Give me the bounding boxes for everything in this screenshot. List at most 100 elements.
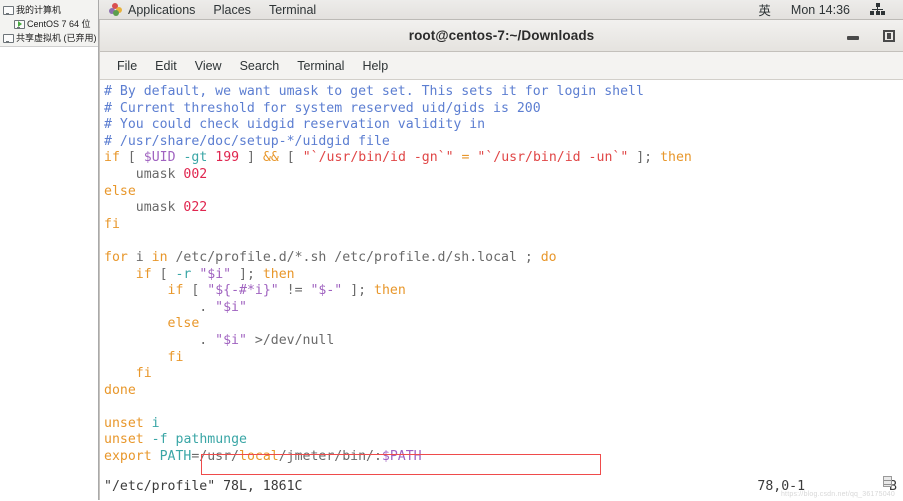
input-method-indicator[interactable]: 英 <box>748 0 781 20</box>
status-file-info: "/etc/profile" 78L, 1861C <box>104 478 303 494</box>
window-titlebar[interactable]: root@centos-7:~/Downloads <box>100 20 903 52</box>
menu-edit[interactable]: Edit <box>146 57 186 75</box>
code-token: # You could check uidgid reservation val… <box>104 117 486 133</box>
vm-running-icon <box>14 19 25 29</box>
panel-applications-menu[interactable]: Applications <box>105 0 204 20</box>
network-icon-wrap[interactable] <box>860 0 895 20</box>
code-token: [ <box>127 150 136 166</box>
code-token: 199 <box>215 150 240 166</box>
code-token: then <box>262 266 295 282</box>
code-line: # /usr/share/doc/setup-*/uidgid file <box>102 134 903 151</box>
code-line: for i in /etc/profile.d/*.sh /etc/profil… <box>102 250 903 267</box>
code-line: if [ $UID -gt 199 ] && [ "`/usr/bin/id -… <box>102 150 903 167</box>
gnome-top-panel: Applications Places Terminal 英 Mon 14:36 <box>99 0 903 20</box>
code-line: if [ "${-#*i}" != "$-" ]; then <box>102 283 903 300</box>
terminal-window: root@centos-7:~/Downloads File Edit View… <box>99 20 903 501</box>
code-token: unset <box>104 432 144 448</box>
code-line: fi <box>102 217 903 234</box>
maximize-button[interactable] <box>881 28 897 44</box>
code-token: if <box>167 283 184 299</box>
code-token: i <box>127 249 152 265</box>
code-token: pathmunge <box>175 432 247 448</box>
code-token: in <box>151 249 168 265</box>
sidebar-item-my-computer[interactable]: 我的计算机 <box>2 3 98 17</box>
menu-help[interactable]: Help <box>353 57 397 75</box>
terminal-screen[interactable]: # By default, we want umask to get set. … <box>100 80 903 501</box>
code-token: # By default, we want umask to get set. … <box>104 84 644 99</box>
computer-icon <box>3 5 14 15</box>
code-line: umask 022 <box>102 200 903 217</box>
vmware-library-sidebar: 我的计算机 CentOS 7 64 位 共享虚拟机 (已弃用) <box>0 0 99 500</box>
code-line: if [ -r "$i" ]; then <box>102 267 903 284</box>
sidebar-item-label: CentOS 7 64 位 <box>27 19 91 29</box>
watermark-glyph-icon <box>883 476 892 487</box>
code-token: else <box>104 183 136 199</box>
menu-terminal[interactable]: Terminal <box>288 57 353 75</box>
code-token: export <box>104 449 152 465</box>
code-line: # Current threshold for system reserved … <box>102 101 903 118</box>
code-line: else <box>102 316 903 333</box>
code-line: # By default, we want umask to get set. … <box>102 84 903 101</box>
code-line: . "$i" <box>102 300 903 317</box>
code-line: fi <box>102 350 903 367</box>
code-token: fi <box>104 216 120 232</box>
code-line: else <box>102 184 903 201</box>
code-token: -r <box>175 266 192 282</box>
panel-places-menu[interactable]: Places <box>204 0 260 20</box>
code-token: umask <box>104 166 184 182</box>
code-token: "$-" <box>310 283 343 299</box>
code-token: ]; <box>231 266 263 282</box>
code-token: [ <box>286 150 295 166</box>
code-token: 002 <box>183 166 208 182</box>
menu-search[interactable]: Search <box>231 57 289 75</box>
code-token: $UID <box>143 150 176 166</box>
code-token: umask <box>104 200 184 216</box>
sidebar-item-label: 我的计算机 <box>16 5 62 15</box>
clock[interactable]: Mon 14:36 <box>781 0 860 20</box>
menu-file[interactable]: File <box>108 57 146 75</box>
sidebar-item-centos7[interactable]: CentOS 7 64 位 <box>2 17 98 31</box>
minimize-button[interactable] <box>845 28 861 44</box>
code-token: $PATH <box>381 449 422 465</box>
sidebar-item-shared-vms[interactable]: 共享虚拟机 (已弃用) <box>2 31 98 45</box>
code-token: -f <box>151 432 168 448</box>
code-token: i <box>151 415 160 431</box>
code-token: . <box>104 299 216 315</box>
code-line: umask 002 <box>102 167 903 184</box>
vim-buffer: # By default, we want umask to get set. … <box>102 84 903 466</box>
code-line: fi <box>102 366 903 383</box>
code-token: [ <box>151 266 176 282</box>
code-token: # /usr/share/doc/setup-*/uidgid file <box>104 133 390 149</box>
panel-terminal-menu[interactable]: Terminal <box>260 0 325 20</box>
code-line: . "$i" >/dev/null <box>102 333 903 350</box>
code-token: then <box>660 150 692 166</box>
code-token: ] <box>247 150 255 166</box>
code-line: # You could check uidgid reservation val… <box>102 117 903 134</box>
sidebar-empty-area <box>0 46 98 500</box>
code-token: && <box>262 150 279 166</box>
sidebar-item-label: 共享虚拟机 (已弃用) <box>16 33 97 43</box>
shared-vm-icon <box>3 33 14 43</box>
code-token: PATH <box>159 449 192 465</box>
menu-view[interactable]: View <box>186 57 231 75</box>
code-token: else <box>167 316 200 332</box>
code-token: "`/usr/bin/id -gn`" <box>302 150 454 166</box>
code-token: done <box>104 382 136 398</box>
code-token: for <box>104 249 128 265</box>
network-workgroup-icon <box>870 3 885 16</box>
code-token: /dev/null <box>262 332 335 348</box>
window-title: root@centos-7:~/Downloads <box>408 28 595 43</box>
code-token: ; <box>644 150 661 166</box>
code-token: > <box>254 332 263 348</box>
